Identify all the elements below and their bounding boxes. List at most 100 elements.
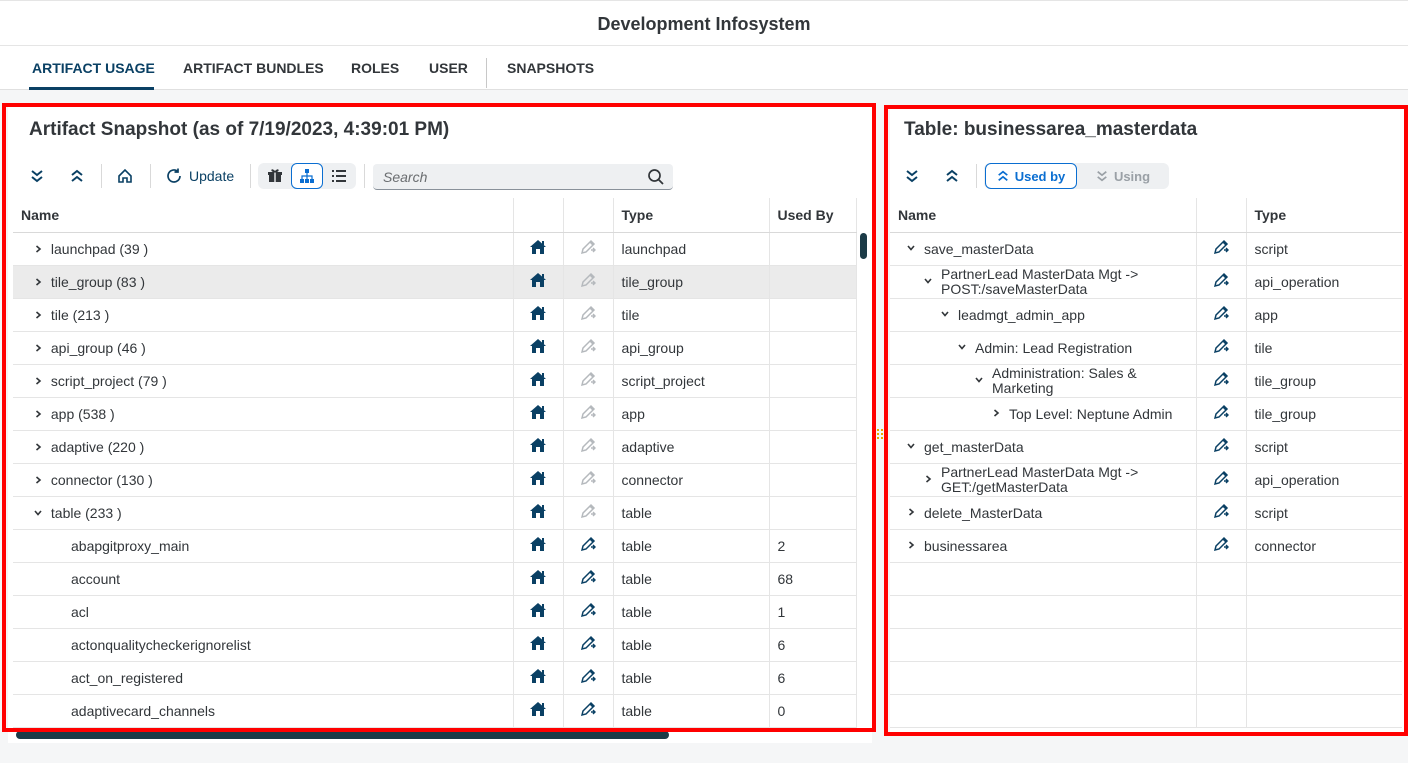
edit-icon[interactable] [1212,436,1230,454]
chevron-right-icon[interactable] [33,442,43,452]
edit-icon[interactable] [579,601,597,619]
chevron-toggle[interactable] [33,507,47,521]
table-row[interactable]: actonqualitycheckerignorelist table 6 [13,628,857,662]
edit-icon[interactable] [579,502,597,520]
edit-icon[interactable] [579,304,597,322]
column-header-name[interactable]: Name [890,198,1197,233]
list-view-button[interactable] [324,163,354,189]
tab-artifact-bundles[interactable]: ARTIFACT BUNDLES [183,60,324,76]
chevron-down-icon[interactable] [33,508,43,518]
using-button[interactable]: Using [1079,163,1167,189]
chevron-down-icon[interactable] [906,243,916,253]
edit-icon[interactable] [1212,403,1230,421]
chevron-toggle[interactable] [33,243,47,257]
collapse-all-button[interactable] [939,163,965,189]
edit-icon[interactable] [1212,502,1230,520]
edit-icon[interactable] [1212,370,1230,388]
table-row[interactable]: adaptivecard_channels table 0 [13,694,857,728]
chevron-right-icon[interactable] [33,409,43,419]
table-row[interactable]: api_group (46 ) api_group [13,331,857,365]
home-icon[interactable] [529,503,547,519]
table-row[interactable]: script_project (79 ) script_project [13,364,857,398]
home-icon[interactable] [529,536,547,552]
table-row[interactable]: leadmgt_admin_app app [890,298,1402,332]
chevron-toggle[interactable] [33,474,47,488]
chevron-down-icon[interactable] [906,441,916,451]
table-row[interactable]: abapgitproxy_main table 2 [13,529,857,563]
chevron-right-icon[interactable] [906,540,916,550]
table-row[interactable]: tile_group (83 ) tile_group [13,265,857,299]
table-row[interactable]: get_masterData script [890,430,1402,464]
edit-icon[interactable] [579,337,597,355]
home-icon[interactable] [529,239,547,255]
home-icon[interactable] [529,272,547,288]
table-row[interactable]: tile (213 ) tile [13,298,857,332]
table-row[interactable]: app (538 ) app [13,397,857,431]
edit-icon[interactable] [1212,271,1230,289]
chevron-toggle[interactable] [33,441,47,455]
chevron-toggle[interactable] [906,440,920,454]
table-row[interactable]: acl table 1 [13,595,857,629]
home-icon[interactable] [529,437,547,453]
edit-icon[interactable] [579,667,597,685]
table-row[interactable]: businessarea connector [890,529,1402,563]
edit-icon[interactable] [1212,469,1230,487]
table-row[interactable]: delete_MasterData script [890,496,1402,530]
table-row[interactable]: table (233 ) table [13,496,857,530]
edit-icon[interactable] [579,634,597,652]
chevron-down-icon[interactable] [974,375,984,385]
column-header-name[interactable]: Name [13,198,514,233]
chevron-right-icon[interactable] [33,475,43,485]
edit-icon[interactable] [579,700,597,718]
chevron-right-icon[interactable] [33,277,43,287]
chevron-down-icon[interactable] [923,276,933,286]
column-header-used-by[interactable]: Used By [769,198,857,233]
used-by-button[interactable]: Used by [985,163,1077,189]
column-header-type[interactable]: Type [1246,198,1402,233]
chevron-right-icon[interactable] [906,507,916,517]
edit-icon[interactable] [1212,337,1230,355]
chevron-down-icon[interactable] [940,309,950,319]
chevron-toggle[interactable] [923,275,937,289]
chevron-toggle[interactable] [33,276,47,290]
update-button[interactable]: Update [165,163,237,189]
bundle-view-button[interactable] [260,163,290,189]
chevron-right-icon[interactable] [33,244,43,254]
home-icon[interactable] [529,635,547,651]
edit-icon[interactable] [1212,535,1230,553]
chevron-down-icon[interactable] [957,342,967,352]
splitter-handle[interactable] [876,427,884,443]
edit-icon[interactable] [579,436,597,454]
chevron-toggle[interactable] [33,375,47,389]
chevron-toggle[interactable] [33,309,47,323]
home-button[interactable] [112,163,138,189]
chevron-toggle[interactable] [923,473,937,487]
table-row[interactable]: Administration: Sales & Marketing tile_gr… [890,364,1402,398]
chevron-right-icon[interactable] [923,474,933,484]
table-row[interactable]: act_on_registered table 6 [13,661,857,695]
chevron-toggle[interactable] [906,506,920,520]
chevron-toggle[interactable] [906,242,920,256]
tab-snapshots[interactable]: SNAPSHOTS [507,60,594,76]
chevron-toggle[interactable] [974,374,988,388]
chevron-toggle[interactable] [906,539,920,553]
chevron-toggle[interactable] [33,342,47,356]
home-icon[interactable] [529,569,547,585]
edit-icon[interactable] [579,370,597,388]
table-row[interactable]: Top Level: Neptune Admin tile_group [890,397,1402,431]
edit-icon[interactable] [1212,238,1230,256]
table-row[interactable]: save_masterData script [890,232,1402,266]
vertical-scrollbar[interactable] [860,233,867,259]
home-icon[interactable] [529,668,547,684]
home-icon[interactable] [529,470,547,486]
chevron-right-icon[interactable] [33,343,43,353]
search-input[interactable] [383,168,638,186]
chevron-toggle[interactable] [940,308,954,322]
expand-all-button[interactable] [24,163,50,189]
table-row[interactable]: PartnerLead MasterData Mgt -> POST:/save… [890,265,1402,299]
home-icon[interactable] [529,404,547,420]
edit-icon[interactable] [579,469,597,487]
edit-icon[interactable] [579,271,597,289]
edit-icon[interactable] [579,568,597,586]
column-header-type[interactable]: Type [613,198,770,233]
